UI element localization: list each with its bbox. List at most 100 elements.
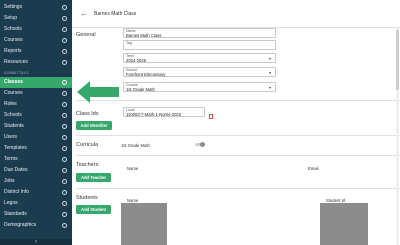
curriculum-toggle[interactable] [195, 141, 205, 147]
sidebar-item-legos[interactable]: Legos [0, 198, 72, 209]
sidebar-item-district-info[interactable]: District Info [0, 187, 72, 198]
school-select-value: Forefront Elementary [126, 72, 166, 77]
sidebar-item-schools[interactable]: Schools [0, 110, 72, 121]
sidebar-item-due-dates[interactable]: Due Dates [0, 165, 72, 176]
scrollbar-thumb[interactable] [396, 30, 399, 90]
course-select[interactable]: Course 1st Grade Math [123, 82, 276, 92]
sidebar-item-label: Demographics [4, 222, 37, 228]
teachers-col-email: Email [308, 166, 319, 171]
sidebar-item-label: Settings [4, 4, 23, 10]
sidebar-item-roles[interactable]: Roles [0, 99, 72, 110]
redacted-student-ids [320, 203, 368, 245]
chevron-icon [62, 201, 67, 206]
sidebar-item-label: Students [4, 123, 24, 129]
sidebar-item-label: Roles [4, 101, 17, 107]
term-select[interactable]: Term 2024-2025 [123, 53, 276, 63]
tag-field-label: Tag [126, 41, 132, 45]
add-student-button[interactable]: Add Student [76, 205, 111, 214]
course-select-value: 1st Grade Math [126, 87, 155, 92]
chevron-icon [62, 212, 67, 217]
add-identifier-button[interactable]: Add Identifier [76, 121, 112, 130]
sidebar-item-label: Templates [4, 145, 27, 151]
page-header: ← Barnes Math Class [72, 0, 400, 28]
chevron-icon [62, 190, 67, 195]
sidebar-item-label: Courses [4, 37, 23, 43]
sidebar-item-jobs[interactable]: Jobs [0, 176, 72, 187]
chevron-icon [62, 179, 67, 184]
sidebar-item-templates[interactable]: Templates [0, 143, 72, 154]
chevron-down-icon [269, 87, 271, 89]
students-section-label: Students [76, 195, 98, 201]
sidebar-item-schools[interactable]: Schools [0, 24, 72, 35]
sidebar-item-label: Standards [4, 211, 27, 217]
chevron-icon [62, 157, 67, 162]
chevron-icon [62, 27, 67, 32]
name-field[interactable]: Name Barnes Math Class [123, 28, 276, 38]
chevron-icon [62, 49, 67, 54]
tag-field[interactable]: Tag [123, 40, 276, 50]
sidebar: Settings Setup Schools Courses Reports Resour… [0, 0, 72, 245]
sidebar-item-label: Schools [4, 112, 22, 118]
chevron-icon [62, 38, 67, 43]
section-divider [76, 100, 400, 101]
chevron-down-icon [269, 58, 271, 60]
sidebar-item-reports[interactable]: Reports [0, 46, 72, 57]
sidebar-item-setup[interactable]: Setup [0, 13, 72, 24]
chevron-down-icon [269, 72, 271, 74]
chevron-icon [62, 168, 67, 173]
chevron-icon [62, 135, 67, 140]
delete-trash-icon[interactable] [209, 114, 213, 119]
sidebar-item-label: District Info [4, 189, 30, 195]
add-teacher-button[interactable]: Add Teacher [76, 173, 111, 182]
curriculum-item-label: 1st Grade Math [121, 143, 150, 148]
chevron-icon [62, 91, 67, 96]
term-select-value: 2024-2025 [126, 58, 147, 63]
main-scrollbar[interactable] [396, 28, 399, 245]
chevron-icon [62, 102, 67, 107]
sidebar-item-settings[interactable]: Settings [0, 2, 72, 13]
sidebar-item-label: Setup [4, 15, 18, 21]
sidebar-item-label: Jobs [4, 178, 15, 184]
local-id-field[interactable]: Local 110002-7-Math-1-Norris-2023 [123, 107, 205, 117]
back-arrow-icon[interactable]: ← [80, 10, 88, 18]
sidebar-item-demographics[interactable]: Demographics [0, 220, 72, 231]
curricula-section-label: Curricula [76, 142, 99, 148]
sidebar-item-resources[interactable]: Resources [0, 57, 72, 68]
chevron-icon [62, 60, 67, 65]
chevron-icon [62, 124, 67, 129]
sidebar-item-users[interactable]: Users [0, 132, 72, 143]
sidebar-item-standards[interactable]: Standards [0, 209, 72, 220]
class-detail-panel: General Name Barnes Math Class Tag Term … [72, 28, 400, 245]
name-field-value: Barnes Math Class [126, 33, 162, 38]
sidebar-item-label: Legos [4, 200, 18, 206]
sidebar-item-label: Courses [4, 90, 23, 96]
sidebar-item-terms[interactable]: Terms [0, 154, 72, 165]
local-id-value: 110002-7-Math-1-Norris-2023 [126, 112, 182, 117]
section-divider [76, 135, 400, 136]
teachers-col-name: Name [127, 166, 139, 171]
sidebar-item-label: Users [4, 134, 18, 140]
collapse-sidebar-button[interactable]: ‹ [0, 239, 72, 245]
general-section-label: General [76, 32, 96, 38]
sidebar-item-courses[interactable]: Courses [0, 88, 72, 99]
sidebar-item-classes[interactable]: Classes [0, 77, 72, 88]
school-select[interactable]: School Forefront Elementary [123, 67, 276, 77]
toggle-knob [200, 141, 205, 147]
chevron-icon [62, 113, 67, 118]
class-ids-section-label: Class Ids [76, 111, 99, 117]
section-divider [76, 155, 400, 156]
sidebar-item-label: Schools [4, 26, 22, 32]
sidebar-item-students[interactable]: Students [0, 121, 72, 132]
sidebar-section-label: SUBMITTALS [4, 71, 29, 75]
section-divider [76, 188, 400, 189]
annotation-arrow-icon [77, 81, 119, 103]
sidebar-item-courses[interactable]: Courses [0, 35, 72, 46]
eye-icon [62, 80, 67, 85]
app: Settings Setup Schools Courses Reports Resour… [0, 0, 400, 245]
chevron-icon [62, 146, 67, 151]
sidebar-item-label: Resources [4, 59, 28, 65]
sidebar-item-label: Due Dates [4, 167, 28, 173]
gear-icon [62, 5, 67, 10]
sidebar-item-label: Classes [4, 79, 23, 85]
redacted-student-names [121, 203, 167, 245]
